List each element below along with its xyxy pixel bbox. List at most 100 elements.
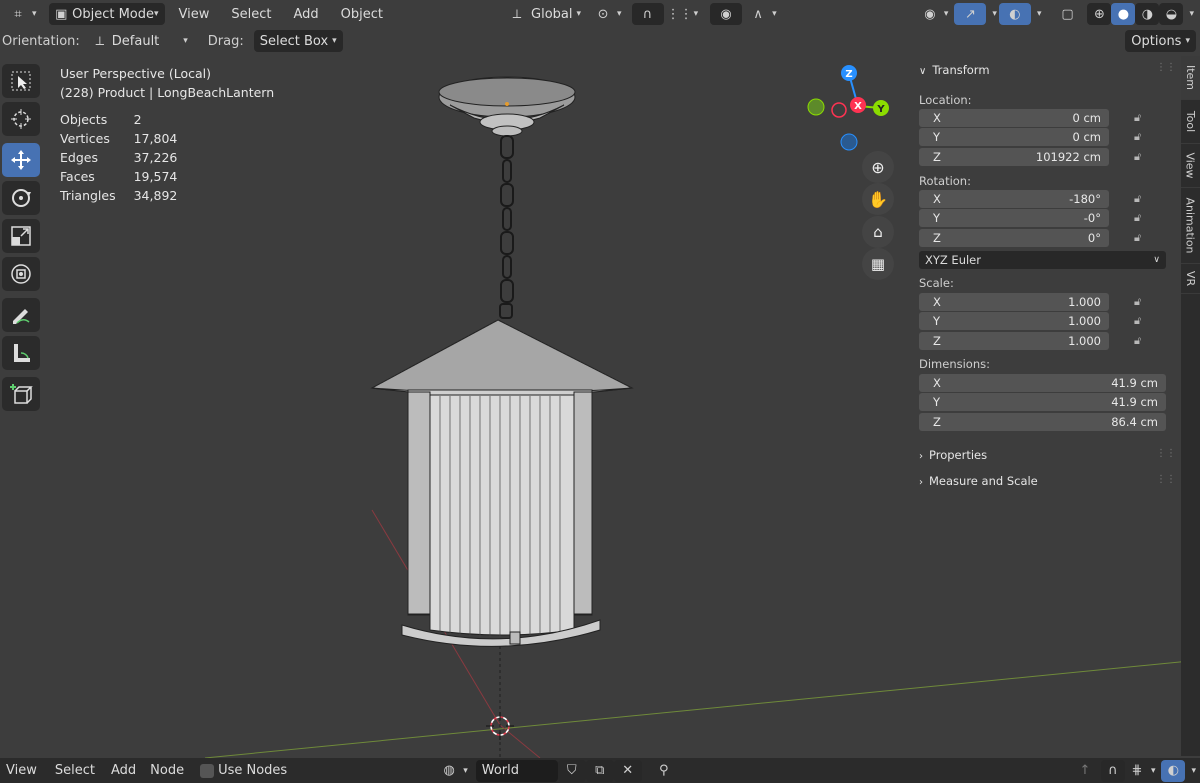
mode-select[interactable]: ▣ Object Mode ▾ [48, 3, 165, 25]
menu-view[interactable]: View [0, 760, 43, 782]
dimensions-y-field[interactable]: Y 41.9 cm [919, 393, 1166, 411]
lock-icon[interactable]: 🔓︎ [1134, 130, 1148, 144]
3d-viewport[interactable]: ⌗ ▾ ▣ Object Mode ▾ View Select Add Object… [0, 0, 1200, 758]
dimensions-x-field[interactable]: X 41.9 cm [919, 374, 1166, 392]
node-editor-header: View Select Add Node Use Nodes ◍ ▾ World … [0, 758, 1200, 783]
menu-add[interactable]: Add [288, 3, 325, 25]
dimensions-z-field[interactable]: Z 86.4 cm [919, 413, 1166, 431]
measure-panel-header[interactable]: › Measure and Scale [919, 474, 1038, 488]
snap-toggle[interactable]: ∩ [1100, 759, 1125, 782]
camera-view-button[interactable]: ⌂ [862, 216, 894, 248]
rotation-z-field[interactable]: Z 0° [919, 229, 1109, 247]
lock-icon[interactable]: 🔓︎ [1134, 295, 1148, 309]
lock-icon[interactable]: 🔓︎ [1134, 150, 1148, 164]
unlink-button[interactable]: ✕ [613, 759, 642, 782]
shading-solid[interactable]: ● [1111, 3, 1136, 25]
shading-options[interactable]: ▾ [1183, 3, 1200, 25]
measure-tool[interactable] [2, 336, 40, 370]
world-name-field[interactable]: World [475, 759, 558, 782]
neg-x-axis-handle[interactable] [831, 102, 847, 118]
drag-handle-icon[interactable]: ⋮⋮ [1156, 474, 1176, 485]
gizmo-toggle[interactable]: ↗ [954, 3, 987, 25]
move-tool[interactable] [2, 143, 40, 177]
overlay-select[interactable]: ▾ [1031, 3, 1044, 25]
tab-tool[interactable]: Tool [1181, 100, 1200, 144]
visibility-select[interactable]: ◉ ▾ [914, 3, 955, 25]
overlay-toggle[interactable]: ◐ [998, 3, 1031, 25]
stat-row: Triangles 34,892 [60, 186, 195, 205]
snap-target-select[interactable]: ⋮⋮ ▾ [664, 3, 705, 25]
lock-icon[interactable]: 🔓︎ [1134, 231, 1148, 245]
orientation-select[interactable]: ⟂ Default ▾ [84, 30, 194, 52]
shading-wireframe[interactable]: ⊕ [1087, 3, 1112, 25]
world-type-select[interactable]: ◍ ▾ [433, 760, 474, 782]
xray-toggle[interactable]: ▢ [1051, 3, 1083, 25]
cursor-tool[interactable] [2, 102, 40, 136]
location-y-field[interactable]: Y 0 cm [919, 128, 1109, 146]
overlay-toggle[interactable]: ◐ [1161, 759, 1186, 782]
overlay-select[interactable]: ▾ [1185, 760, 1200, 782]
lock-icon[interactable]: 🔓︎ [1134, 211, 1148, 225]
scale-x-field[interactable]: X 1.000 [919, 293, 1109, 311]
drag-handle-icon[interactable]: ⋮⋮ [1156, 448, 1176, 459]
gizmo-select[interactable]: ▾ [986, 3, 999, 25]
proportional-edit-toggle[interactable]: ◉ [710, 3, 743, 25]
shading-rendered[interactable]: ◒ [1159, 3, 1184, 25]
editor-type-button[interactable]: ⌗ ▾ [2, 3, 43, 25]
add-cube-tool[interactable] [2, 377, 40, 411]
shading-material[interactable]: ◑ [1135, 3, 1160, 25]
menu-object[interactable]: Object [335, 3, 389, 25]
snap-select[interactable]: ⋕ ▾ [1125, 760, 1158, 782]
tab-animation[interactable]: Animation [1181, 188, 1200, 264]
properties-panel-header[interactable]: › Properties [919, 448, 987, 462]
falloff-select[interactable]: ∧ ▾ [742, 3, 783, 25]
rotation-x-field[interactable]: X -180° [919, 190, 1109, 208]
snap-toggle[interactable]: ∩ [631, 3, 664, 25]
select-tool[interactable] [2, 64, 40, 98]
annotate-tool[interactable] [2, 298, 40, 332]
ortho-toggle-button[interactable]: ▦ [862, 248, 894, 280]
tab-view[interactable]: View [1181, 144, 1200, 188]
transform-panel-header[interactable]: ∨ Transform [919, 63, 990, 77]
lock-icon[interactable]: 🔓︎ [1134, 111, 1148, 125]
axis-label: Y [933, 395, 941, 409]
options-button[interactable]: Options ▾ [1125, 30, 1196, 52]
drag-handle-icon[interactable]: ⋮⋮ [1156, 62, 1176, 73]
menu-node[interactable]: Node [144, 760, 190, 782]
pan-button[interactable]: ✋ [862, 183, 894, 215]
lock-icon[interactable]: 🔓︎ [1134, 314, 1148, 328]
parent-node-tree-button[interactable]: ↑ [1069, 760, 1101, 782]
neg-y-axis-handle[interactable] [807, 98, 825, 116]
lock-icon[interactable]: 🔓︎ [1134, 334, 1148, 348]
menu-select[interactable]: Select [225, 3, 277, 25]
rotation-y-field[interactable]: Y -0° [919, 209, 1109, 227]
scale-tool[interactable] [2, 219, 40, 253]
pivot-point-select[interactable]: ⊙ ▾ [587, 3, 628, 25]
scale-icon [11, 226, 31, 246]
rotation-mode-select[interactable]: XYZ Euler ∨ [919, 251, 1166, 269]
transform-tool[interactable] [2, 257, 40, 291]
location-x-field[interactable]: X 0 cm [919, 109, 1109, 127]
field-value: 41.9 cm [1111, 376, 1158, 390]
transform-orientation-select[interactable]: ⟂ Global ▾ [501, 3, 587, 25]
use-nodes-checkbox[interactable]: Use Nodes [194, 760, 293, 782]
menu-add[interactable]: Add [105, 760, 142, 782]
drag-select[interactable]: Select Box ▾ [253, 30, 343, 52]
menu-select[interactable]: Select [49, 760, 101, 782]
menu-view[interactable]: View [173, 3, 216, 25]
rotate-icon [12, 189, 31, 207]
duplicate-button[interactable]: ⧉ [585, 759, 614, 782]
lock-icon[interactable]: 🔓︎ [1134, 192, 1148, 206]
navigation-gizmo[interactable]: Z X Y [800, 60, 900, 160]
pin-button[interactable]: ⚲ [648, 760, 680, 782]
scale-y-field[interactable]: Y 1.000 [919, 312, 1109, 330]
neg-z-axis-handle[interactable] [840, 133, 858, 151]
location-z-field[interactable]: Z 101922 cm [919, 148, 1109, 166]
tab-vr[interactable]: VR [1181, 264, 1200, 294]
zoom-button[interactable]: ⊕ [862, 151, 894, 183]
copy-icon: ⧉ [595, 763, 605, 778]
tab-item[interactable]: Item [1181, 56, 1200, 100]
scale-z-field[interactable]: Z 1.000 [919, 332, 1109, 350]
rotate-tool[interactable] [2, 181, 40, 215]
fake-user-button[interactable]: ⛉ [557, 759, 586, 782]
